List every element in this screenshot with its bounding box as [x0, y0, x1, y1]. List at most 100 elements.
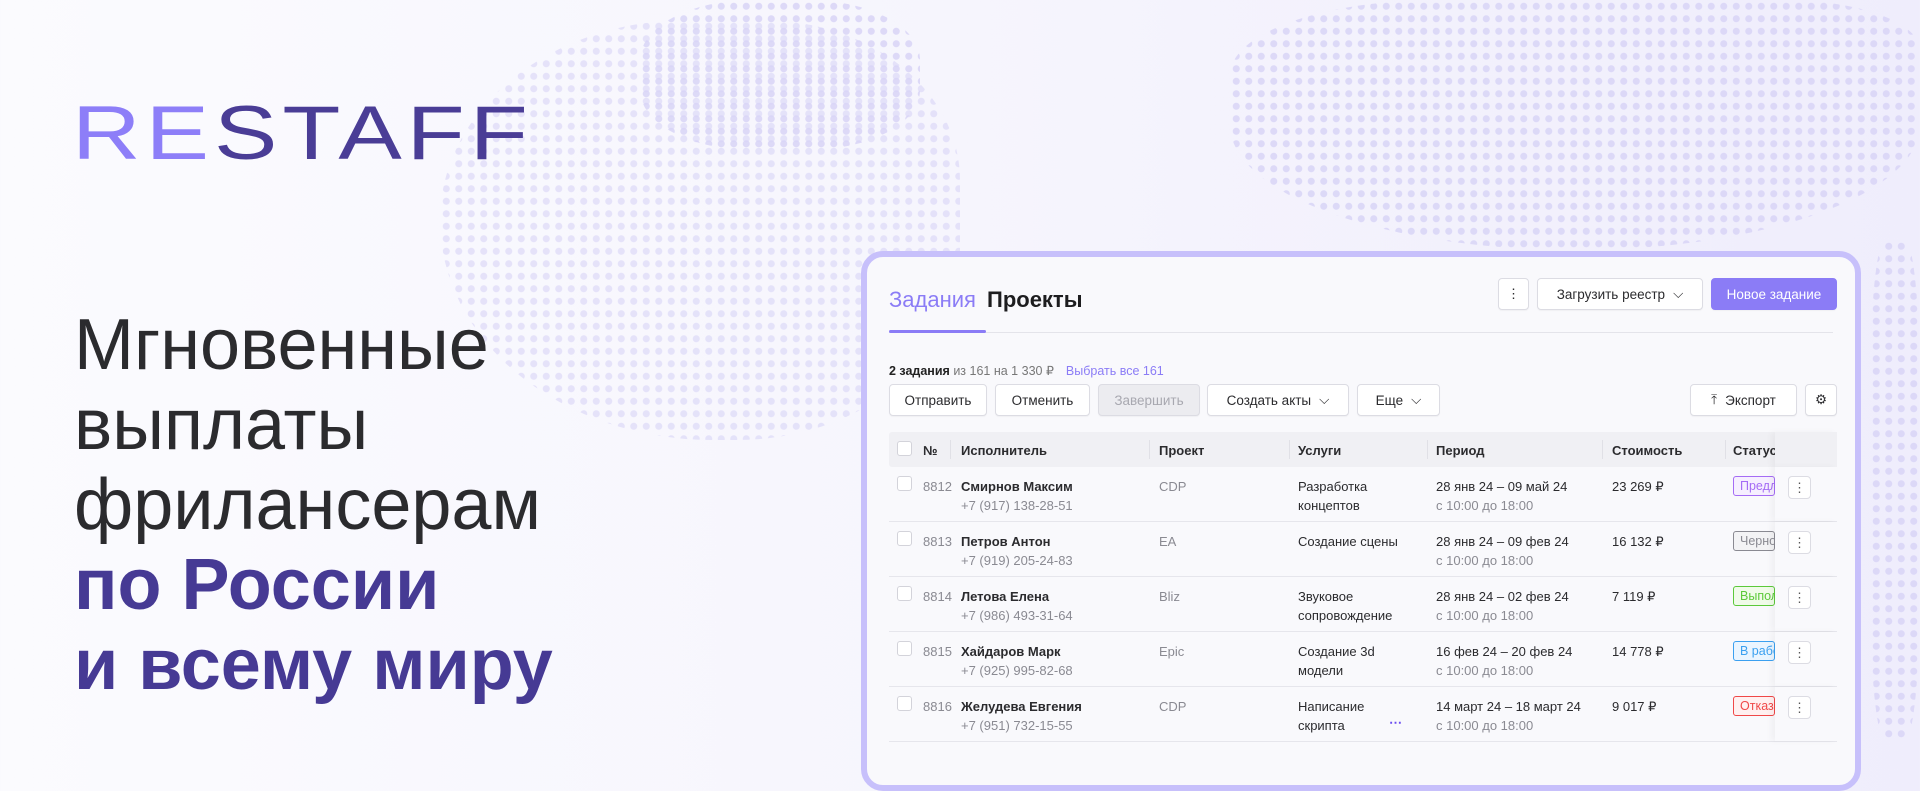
project-cell: Epic	[1159, 644, 1185, 659]
task-number: 8812	[923, 479, 952, 494]
table-row[interactable]: 8815 Хайдаров Марк +7 (925) 995-82-68 Epi…	[889, 632, 1837, 687]
status-badge: Отказано	[1733, 696, 1775, 716]
create-acts-label: Создать акты	[1226, 392, 1312, 408]
table-row[interactable]: 8816 Желудева Евгения +7 (951) 732-15-55 …	[889, 687, 1837, 742]
period-cell: 28 янв 24 – 02 фев 24 с 10:00 до 18:00	[1436, 587, 1569, 625]
kebab-icon: ⋮	[1506, 286, 1521, 301]
contractor-cell: Летова Елена +7 (986) 493-31-64	[961, 587, 1073, 625]
world-map-dots	[1230, 0, 1920, 250]
column-header-period[interactable]: Период	[1436, 441, 1485, 460]
active-tab-indicator	[889, 330, 986, 333]
table-header: № Исполнитель Проект Услуги Период Стоим…	[889, 432, 1837, 467]
table-row[interactable]: 8814 Летова Елена +7 (986) 493-31-64 Bliz…	[889, 577, 1837, 632]
more-label: Еще	[1375, 392, 1404, 408]
service-line: скрипта	[1298, 718, 1345, 733]
tab-projects[interactable]: Проекты	[987, 287, 1083, 313]
gear-icon: ⚙	[1814, 392, 1828, 407]
period-dates: 14 март 24 – 18 март 24	[1436, 699, 1581, 714]
project-cell: Bliz	[1159, 589, 1180, 604]
selection-summary: 2 задания из 161 на 1 330 ₽ Выбрать все 1…	[889, 363, 1164, 378]
status-badge: Предложено	[1733, 476, 1775, 496]
headline-line: выплаты	[74, 385, 369, 465]
column-header-project[interactable]: Проект	[1159, 441, 1204, 460]
contractor-phone: +7 (986) 493-31-64	[961, 608, 1073, 623]
period-time: с 10:00 до 18:00	[1436, 608, 1534, 623]
finish-button[interactable]: Завершить	[1098, 384, 1200, 416]
export-label: Экспорт	[1725, 392, 1776, 408]
total-count: из 161	[953, 364, 991, 378]
kebab-icon: ⋮	[1793, 480, 1806, 495]
column-header-status[interactable]: Статус	[1733, 441, 1777, 460]
status-badge: В работе	[1733, 641, 1775, 661]
row-checkbox[interactable]	[897, 531, 912, 546]
more-actions-button[interactable]: Еще ⌵	[1357, 384, 1440, 416]
chevron-down-icon: ⌵	[1319, 392, 1330, 407]
headline-line: фрилансерам	[74, 465, 541, 545]
project-cell: EA	[1159, 534, 1177, 549]
task-number: 8815	[923, 644, 952, 659]
settings-button[interactable]: ⚙	[1805, 384, 1837, 416]
row-menu-button[interactable]: ⋮	[1788, 696, 1811, 719]
task-number: 8813	[923, 534, 952, 549]
tabs-divider	[889, 332, 1833, 333]
table-row[interactable]: 8813 Петров Антон +7 (919) 205-24-83 EA С…	[889, 522, 1837, 577]
row-menu-button[interactable]: ⋮	[1788, 531, 1811, 554]
row-checkbox[interactable]	[897, 696, 912, 711]
status-badge: Выполнено	[1733, 586, 1775, 606]
contractor-cell: Желудева Евгения +7 (951) 732-15-55	[961, 697, 1082, 735]
kebab-icon: ⋮	[1793, 700, 1806, 715]
services-cell: Создание сцены	[1298, 532, 1398, 551]
contractor-name: Хайдаров Марк	[961, 644, 1061, 659]
app-window: Задания Проекты ⋮ Загрузить реестр ⌵ Ново…	[861, 251, 1861, 791]
column-header-services[interactable]: Услуги	[1298, 441, 1341, 460]
cancel-button[interactable]: Отменить	[995, 384, 1090, 416]
contractor-name: Смирнов Максим	[961, 479, 1073, 494]
contractor-phone: +7 (951) 732-15-55	[961, 718, 1073, 733]
select-all-link[interactable]: Выбрать все 161	[1066, 364, 1164, 378]
column-header-cost[interactable]: Стоимость	[1612, 441, 1682, 460]
period-dates: 28 янв 24 – 09 фев 24	[1436, 534, 1569, 549]
headline-line: Мгновенные	[74, 305, 489, 385]
row-menu-button[interactable]: ⋮	[1788, 476, 1811, 499]
send-button[interactable]: Отправить	[889, 384, 987, 416]
contractor-name: Желудева Евгения	[961, 699, 1082, 714]
upload-registry-button[interactable]: Загрузить реестр ⌵	[1537, 278, 1703, 310]
period-cell: 14 март 24 – 18 март 24 с 10:00 до 18:00	[1436, 697, 1581, 735]
new-task-button[interactable]: Новое задание	[1711, 278, 1837, 310]
row-checkbox[interactable]	[897, 641, 912, 656]
select-all-checkbox[interactable]	[897, 441, 912, 456]
more-button[interactable]: ⋮	[1498, 278, 1529, 310]
cost-cell: 9 017 ₽	[1612, 699, 1657, 714]
more-services-icon[interactable]: ⋯	[1389, 715, 1402, 731]
status-badge: Черновик	[1733, 531, 1775, 551]
row-checkbox[interactable]	[897, 476, 912, 491]
services-cell: Разработка концептов	[1298, 477, 1367, 515]
tab-tasks[interactable]: Задания	[889, 287, 976, 313]
cost-cell: 16 132 ₽	[1612, 534, 1664, 549]
service-line: Написание	[1298, 699, 1365, 714]
chevron-down-icon: ⌵	[1411, 392, 1422, 407]
contractor-cell: Смирнов Максим +7 (917) 138-28-51	[961, 477, 1073, 515]
column-header-contractor[interactable]: Исполнитель	[961, 441, 1047, 460]
selected-count: 2 задания	[889, 364, 950, 378]
create-acts-button[interactable]: Создать акты ⌵	[1207, 384, 1349, 416]
contractor-phone: +7 (917) 138-28-51	[961, 498, 1073, 513]
period-dates: 16 фев 24 – 20 фев 24	[1436, 644, 1573, 659]
upload-label: Загрузить реестр	[1556, 286, 1666, 302]
export-button[interactable]: ⤒ Экспорт	[1690, 384, 1797, 416]
services-cell: Звуковое сопровождение	[1298, 587, 1392, 625]
row-menu-button[interactable]: ⋮	[1788, 641, 1811, 664]
period-time: с 10:00 до 18:00	[1436, 498, 1534, 513]
period-time: с 10:00 до 18:00	[1436, 718, 1534, 733]
period-time: с 10:00 до 18:00	[1436, 663, 1534, 678]
cost-cell: 14 778 ₽	[1612, 644, 1664, 659]
actions-column-header	[1775, 432, 1837, 467]
chevron-down-icon: ⌵	[1673, 286, 1684, 301]
contractor-name: Летова Елена	[961, 589, 1050, 604]
row-menu-button[interactable]: ⋮	[1788, 586, 1811, 609]
period-cell: 28 янв 24 – 09 фев 24 с 10:00 до 18:00	[1436, 532, 1569, 570]
cost-cell: 7 119 ₽	[1612, 589, 1656, 604]
row-checkbox[interactable]	[897, 586, 912, 601]
table-row[interactable]: 8812 Смирнов Максим +7 (917) 138-28-51 CD…	[889, 467, 1837, 522]
headline-accent-line: по России	[74, 545, 440, 625]
